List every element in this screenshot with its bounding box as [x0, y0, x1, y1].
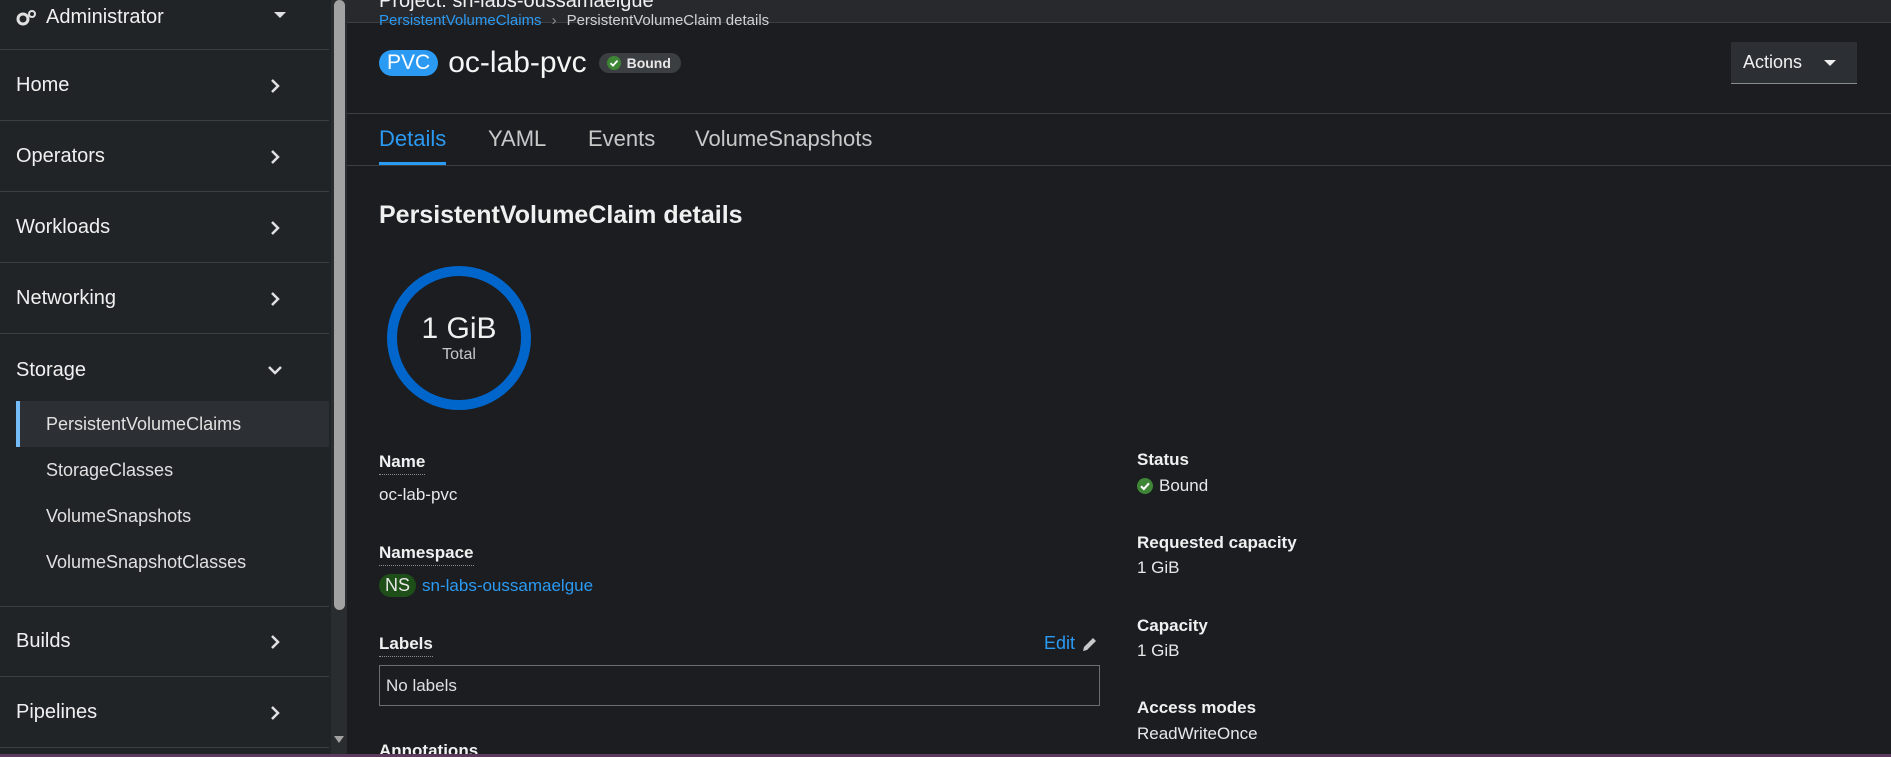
name-label: Name	[379, 452, 426, 475]
nav-persistentvolumeclaims-label: PersistentVolumeClaims	[46, 413, 242, 434]
tab-volumesnapshots[interactable]: VolumeSnapshots	[695, 126, 872, 162]
resource-name: oc-lab-pvc	[448, 46, 587, 79]
breadcrumb-current: PersistentVolumeClaim details	[566, 12, 770, 29]
nav-storage-label: Storage	[16, 358, 87, 381]
nav-operators-label: Operators	[16, 145, 105, 167]
nav-home-label: Home	[16, 74, 70, 96]
labels-label: Labels	[379, 634, 433, 657]
nav-builds[interactable]: Builds	[0, 607, 329, 677]
nav-workloads[interactable]: Workloads	[0, 193, 329, 263]
nav-volumesnapshotclasses[interactable]: VolumeSnapshotClasses	[16, 539, 329, 585]
perspective-label: Administrator	[46, 6, 164, 28]
chevron-right-icon	[271, 79, 280, 93]
requested-capacity-label: Requested capacity	[1137, 533, 1297, 552]
page-title: PVC oc-lab-pvc Bound	[379, 46, 681, 80]
main-content: Project: sn-labs-oussamaelgue Persistent…	[347, 0, 1891, 757]
tab-details[interactable]: Details	[379, 126, 447, 165]
chevron-right-icon	[271, 221, 280, 235]
nav-networking[interactable]: Networking	[0, 264, 329, 334]
requested-capacity-value: 1 GiB	[1137, 558, 1180, 577]
resource-kind-badge: PVC	[379, 50, 439, 76]
tab-yaml[interactable]: YAML	[488, 126, 546, 162]
capacity-label: Capacity	[1137, 616, 1208, 635]
scroll-down-arrow-icon[interactable]	[333, 733, 345, 745]
nav-storage[interactable]: Storage	[0, 335, 329, 405]
nav-pipelines[interactable]: Pipelines	[0, 678, 329, 748]
nav-volumesnapshotclasses-label: VolumeSnapshotClasses	[46, 551, 247, 572]
nav-workloads-label: Workloads	[16, 216, 111, 238]
breadcrumb-separator: ›	[551, 12, 557, 29]
check-circle-icon	[1137, 478, 1153, 494]
status-label: Status	[1137, 450, 1189, 469]
nav-operators[interactable]: Operators	[0, 122, 329, 192]
pencil-icon	[1083, 637, 1097, 651]
gears-icon	[16, 9, 36, 25]
section-title: PersistentVolumeClaim details	[379, 201, 743, 229]
status-value-text: Bound	[1159, 476, 1209, 495]
namespace-label: Namespace	[379, 543, 474, 566]
chevron-right-icon	[271, 635, 280, 649]
nav-builds-label: Builds	[16, 630, 71, 652]
labels-box: No labels	[379, 665, 1100, 706]
name-value: oc-lab-pvc	[379, 485, 458, 504]
status-value: Bound	[1137, 476, 1208, 496]
caret-down-icon	[1824, 60, 1836, 66]
nav-storageclasses[interactable]: StorageClasses	[16, 447, 329, 493]
actions-label: Actions	[1743, 52, 1803, 72]
nav-pipelines-label: Pipelines	[16, 701, 98, 723]
capacity-value: 1 GiB	[1137, 641, 1180, 660]
namespace-badge: NS	[379, 574, 417, 597]
chevron-right-icon	[271, 706, 280, 720]
perspective-switcher[interactable]: Administrator	[0, 0, 329, 50]
access-modes-value: ReadWriteOnce	[1137, 724, 1258, 743]
nav-home[interactable]: Home	[0, 51, 329, 121]
chevron-right-icon	[271, 150, 280, 164]
status-badge-label: Bound	[626, 55, 671, 71]
namespace-link[interactable]: sn-labs-oussamaelgue	[422, 576, 593, 595]
chevron-right-icon	[271, 292, 280, 306]
access-modes-label: Access modes	[1137, 698, 1257, 717]
app-root: Administrator Home Operators Workloads N…	[0, 0, 1891, 757]
sidebar-scroll-thumb[interactable]	[334, 0, 345, 610]
nav-networking-label: Networking	[16, 287, 117, 309]
breadcrumb: PersistentVolumeClaims › PersistentVolumeC…	[379, 12, 769, 29]
donut-value: 1 GiB	[421, 312, 497, 345]
donut-label: Total	[442, 346, 476, 363]
status-badge: Bound	[598, 53, 681, 73]
actions-dropdown[interactable]: Actions	[1731, 42, 1857, 84]
capacity-donut-chart: 1 GiB Total	[385, 264, 537, 416]
chevron-down-icon	[268, 366, 282, 375]
edit-labels-label: Edit	[1044, 633, 1076, 653]
breadcrumb-pvc-link[interactable]: PersistentVolumeClaims	[379, 12, 542, 29]
labels-value: No labels	[386, 676, 457, 695]
nav-volumesnapshots-label: VolumeSnapshots	[46, 505, 192, 526]
nav-persistentvolumeclaims[interactable]: PersistentVolumeClaims	[16, 401, 329, 447]
nav-volumesnapshots[interactable]: VolumeSnapshots	[16, 493, 329, 539]
tab-bar: Details YAML Events VolumeSnapshots	[347, 113, 1891, 166]
namespace-value: NS sn-labs-oussamaelgue	[379, 574, 593, 597]
edit-labels-button[interactable]: Edit	[1044, 633, 1099, 654]
nav-storageclasses-label: StorageClasses	[46, 459, 174, 480]
tab-events[interactable]: Events	[588, 126, 655, 162]
sidebar: Administrator Home Operators Workloads N…	[0, 0, 331, 757]
check-circle-icon	[606, 56, 621, 70]
caret-down-icon	[274, 12, 286, 18]
